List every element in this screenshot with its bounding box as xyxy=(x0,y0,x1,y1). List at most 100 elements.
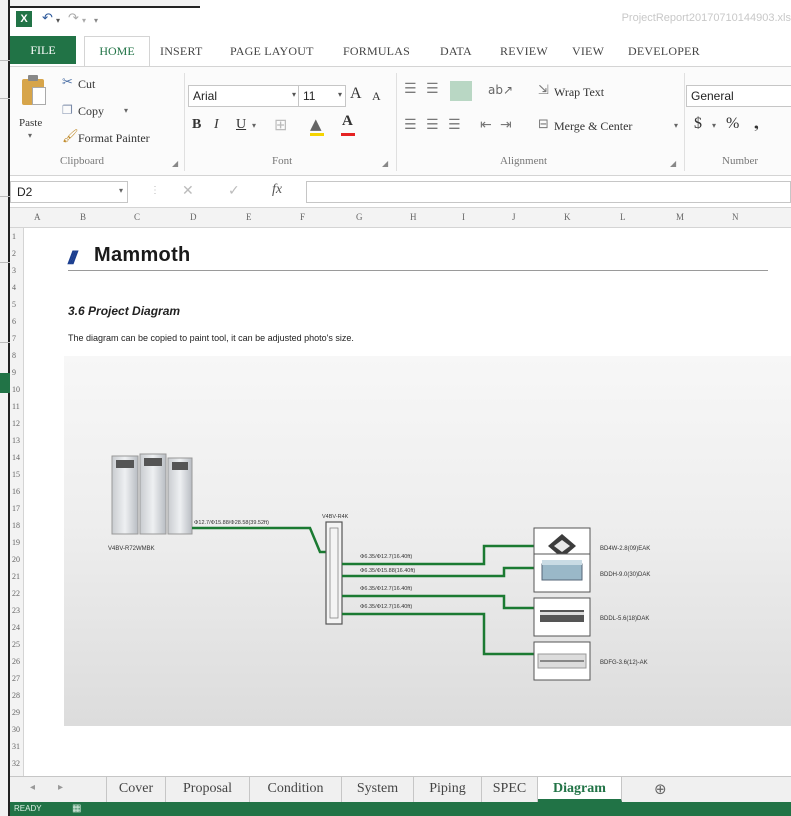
row-header[interactable]: 10 xyxy=(12,385,20,394)
decrease-indent-icon[interactable]: ⇤ xyxy=(480,117,492,133)
column-header[interactable]: A xyxy=(34,212,41,222)
row-header[interactable]: 19 xyxy=(12,538,20,547)
align-top-icon[interactable]: ☰ xyxy=(404,81,417,97)
row-header[interactable]: 21 xyxy=(12,572,20,581)
increase-indent-icon[interactable]: ⇥ xyxy=(500,117,512,133)
column-header[interactable]: F xyxy=(300,212,305,222)
redo-dropdown-icon[interactable]: ▾ xyxy=(82,16,86,25)
column-header[interactable]: K xyxy=(564,212,571,222)
row-header[interactable]: 6 xyxy=(12,317,16,326)
worksheet[interactable]: /// Mammoth 3.6 Project Diagram The diag… xyxy=(24,228,791,776)
sheet-tab-spec[interactable]: SPEC xyxy=(482,777,538,802)
sheet-tab-cover[interactable]: Cover xyxy=(106,777,166,802)
sheet-tab-system[interactable]: System xyxy=(342,777,414,802)
column-header[interactable]: G xyxy=(356,212,363,222)
row-header[interactable]: 18 xyxy=(12,521,20,530)
column-header[interactable]: E xyxy=(246,212,252,222)
enter-icon[interactable]: ✓ xyxy=(228,183,240,199)
number-format-select[interactable]: General xyxy=(686,85,791,107)
row-header[interactable]: 15 xyxy=(12,470,20,479)
align-right-icon[interactable]: ☰ xyxy=(448,117,461,133)
prev-sheet-icon[interactable]: ◂ xyxy=(30,782,35,793)
orientation-icon[interactable]: ab↗ xyxy=(488,83,513,97)
macro-record-icon[interactable]: ▦ xyxy=(72,803,81,814)
name-box[interactable]: D2 ▾ xyxy=(10,181,128,203)
row-header[interactable]: 26 xyxy=(12,657,20,666)
shrink-font-button[interactable]: A xyxy=(372,89,381,104)
tab-formulas[interactable]: FORMULAS xyxy=(343,44,410,59)
underline-button[interactable]: U xyxy=(236,117,246,133)
undo-icon[interactable]: ↶ xyxy=(42,11,53,26)
row-header[interactable]: 17 xyxy=(12,504,20,513)
column-header[interactable]: L xyxy=(620,212,626,222)
align-center-icon[interactable]: ☰ xyxy=(426,117,439,133)
italic-button[interactable]: I xyxy=(214,117,219,133)
formula-input[interactable] xyxy=(306,181,791,203)
row-header[interactable]: 32 xyxy=(12,759,20,768)
tab-data[interactable]: DATA xyxy=(440,44,472,59)
paste-button[interactable]: Paste xyxy=(19,117,42,129)
insert-function-button[interactable]: fx xyxy=(272,182,282,198)
align-middle-icon[interactable]: ☰ xyxy=(426,81,439,97)
row-header[interactable]: 1 xyxy=(12,232,16,241)
row-header[interactable]: 4 xyxy=(12,283,16,292)
row-header[interactable]: 23 xyxy=(12,606,20,615)
customize-qat-icon[interactable]: ▾ xyxy=(94,16,98,25)
row-header[interactable]: 12 xyxy=(12,419,20,428)
row-header[interactable]: 22 xyxy=(12,589,20,598)
borders-icon[interactable]: ⊞ xyxy=(274,115,287,134)
sheet-tab-piping[interactable]: Piping xyxy=(414,777,482,802)
column-header[interactable]: C xyxy=(134,212,140,222)
merge-center-button[interactable]: Merge & Center xyxy=(554,119,632,134)
column-header[interactable]: I xyxy=(462,212,465,222)
copy-button[interactable]: Copy xyxy=(78,104,104,119)
row-header[interactable]: 29 xyxy=(12,708,20,717)
underline-dropdown-icon[interactable]: ▾ xyxy=(252,121,256,130)
merge-dropdown-icon[interactable]: ▾ xyxy=(674,121,678,130)
row-header[interactable]: 27 xyxy=(12,674,20,683)
row-header[interactable]: 8 xyxy=(12,351,16,360)
format-painter-button[interactable]: Format Painter xyxy=(78,131,150,146)
row-header[interactable]: 11 xyxy=(12,402,20,411)
clipboard-launcher-icon[interactable]: ◢ xyxy=(172,159,178,168)
tab-page-layout[interactable]: PAGE LAYOUT xyxy=(230,44,314,59)
tab-view[interactable]: VIEW xyxy=(572,44,604,59)
sheet-tab-diagram[interactable]: Diagram xyxy=(538,777,622,802)
tab-developer[interactable]: DEVELOPER xyxy=(628,44,700,59)
column-header[interactable]: B xyxy=(80,212,86,222)
column-header[interactable]: D xyxy=(190,212,197,222)
row-header[interactable]: 5 xyxy=(12,300,16,309)
row-header[interactable]: 31 xyxy=(12,742,20,751)
row-header[interactable]: 24 xyxy=(12,623,20,632)
copy-dropdown-icon[interactable]: ▾ xyxy=(124,106,128,115)
row-header[interactable]: 13 xyxy=(12,436,20,445)
row-header[interactable]: 20 xyxy=(12,555,20,564)
row-header[interactable]: 7 xyxy=(12,334,16,343)
row-header[interactable]: 25 xyxy=(12,640,20,649)
tab-review[interactable]: REVIEW xyxy=(500,44,548,59)
project-diagram[interactable]: V4BV-R72WMBK Φ12.7/Φ15.88/Φ28.58(39.52ft… xyxy=(64,356,791,726)
alignment-launcher-icon[interactable]: ◢ xyxy=(670,159,676,168)
font-launcher-icon[interactable]: ◢ xyxy=(382,159,388,168)
tab-file[interactable]: FILE xyxy=(10,36,76,64)
align-bottom-button[interactable] xyxy=(450,81,472,101)
column-header[interactable]: J xyxy=(512,212,516,222)
paste-icon[interactable] xyxy=(20,75,48,107)
sheet-tab-proposal[interactable]: Proposal xyxy=(166,777,250,802)
undo-dropdown-icon[interactable]: ▾ xyxy=(56,16,60,25)
name-box-dropdown-icon[interactable]: ▾ xyxy=(119,186,123,195)
row-header[interactable]: 14 xyxy=(12,453,20,462)
next-sheet-icon[interactable]: ▸ xyxy=(58,782,63,793)
new-sheet-icon[interactable]: ⊕ xyxy=(654,780,667,798)
align-left-icon[interactable]: ☰ xyxy=(404,117,417,133)
row-header[interactable]: 3 xyxy=(12,266,16,275)
font-name-select[interactable]: Arial ▾ xyxy=(188,85,300,107)
column-header[interactable]: N xyxy=(732,212,739,222)
font-color-icon[interactable]: A xyxy=(342,113,353,130)
redo-icon[interactable]: ↷ xyxy=(68,11,79,26)
paste-dropdown-icon[interactable]: ▾ xyxy=(28,131,32,140)
grow-font-button[interactable]: A xyxy=(350,85,362,103)
row-header[interactable]: 2 xyxy=(12,249,16,258)
percent-button[interactable]: % xyxy=(726,115,739,133)
fill-color-icon[interactable]: ▲ xyxy=(310,115,322,133)
